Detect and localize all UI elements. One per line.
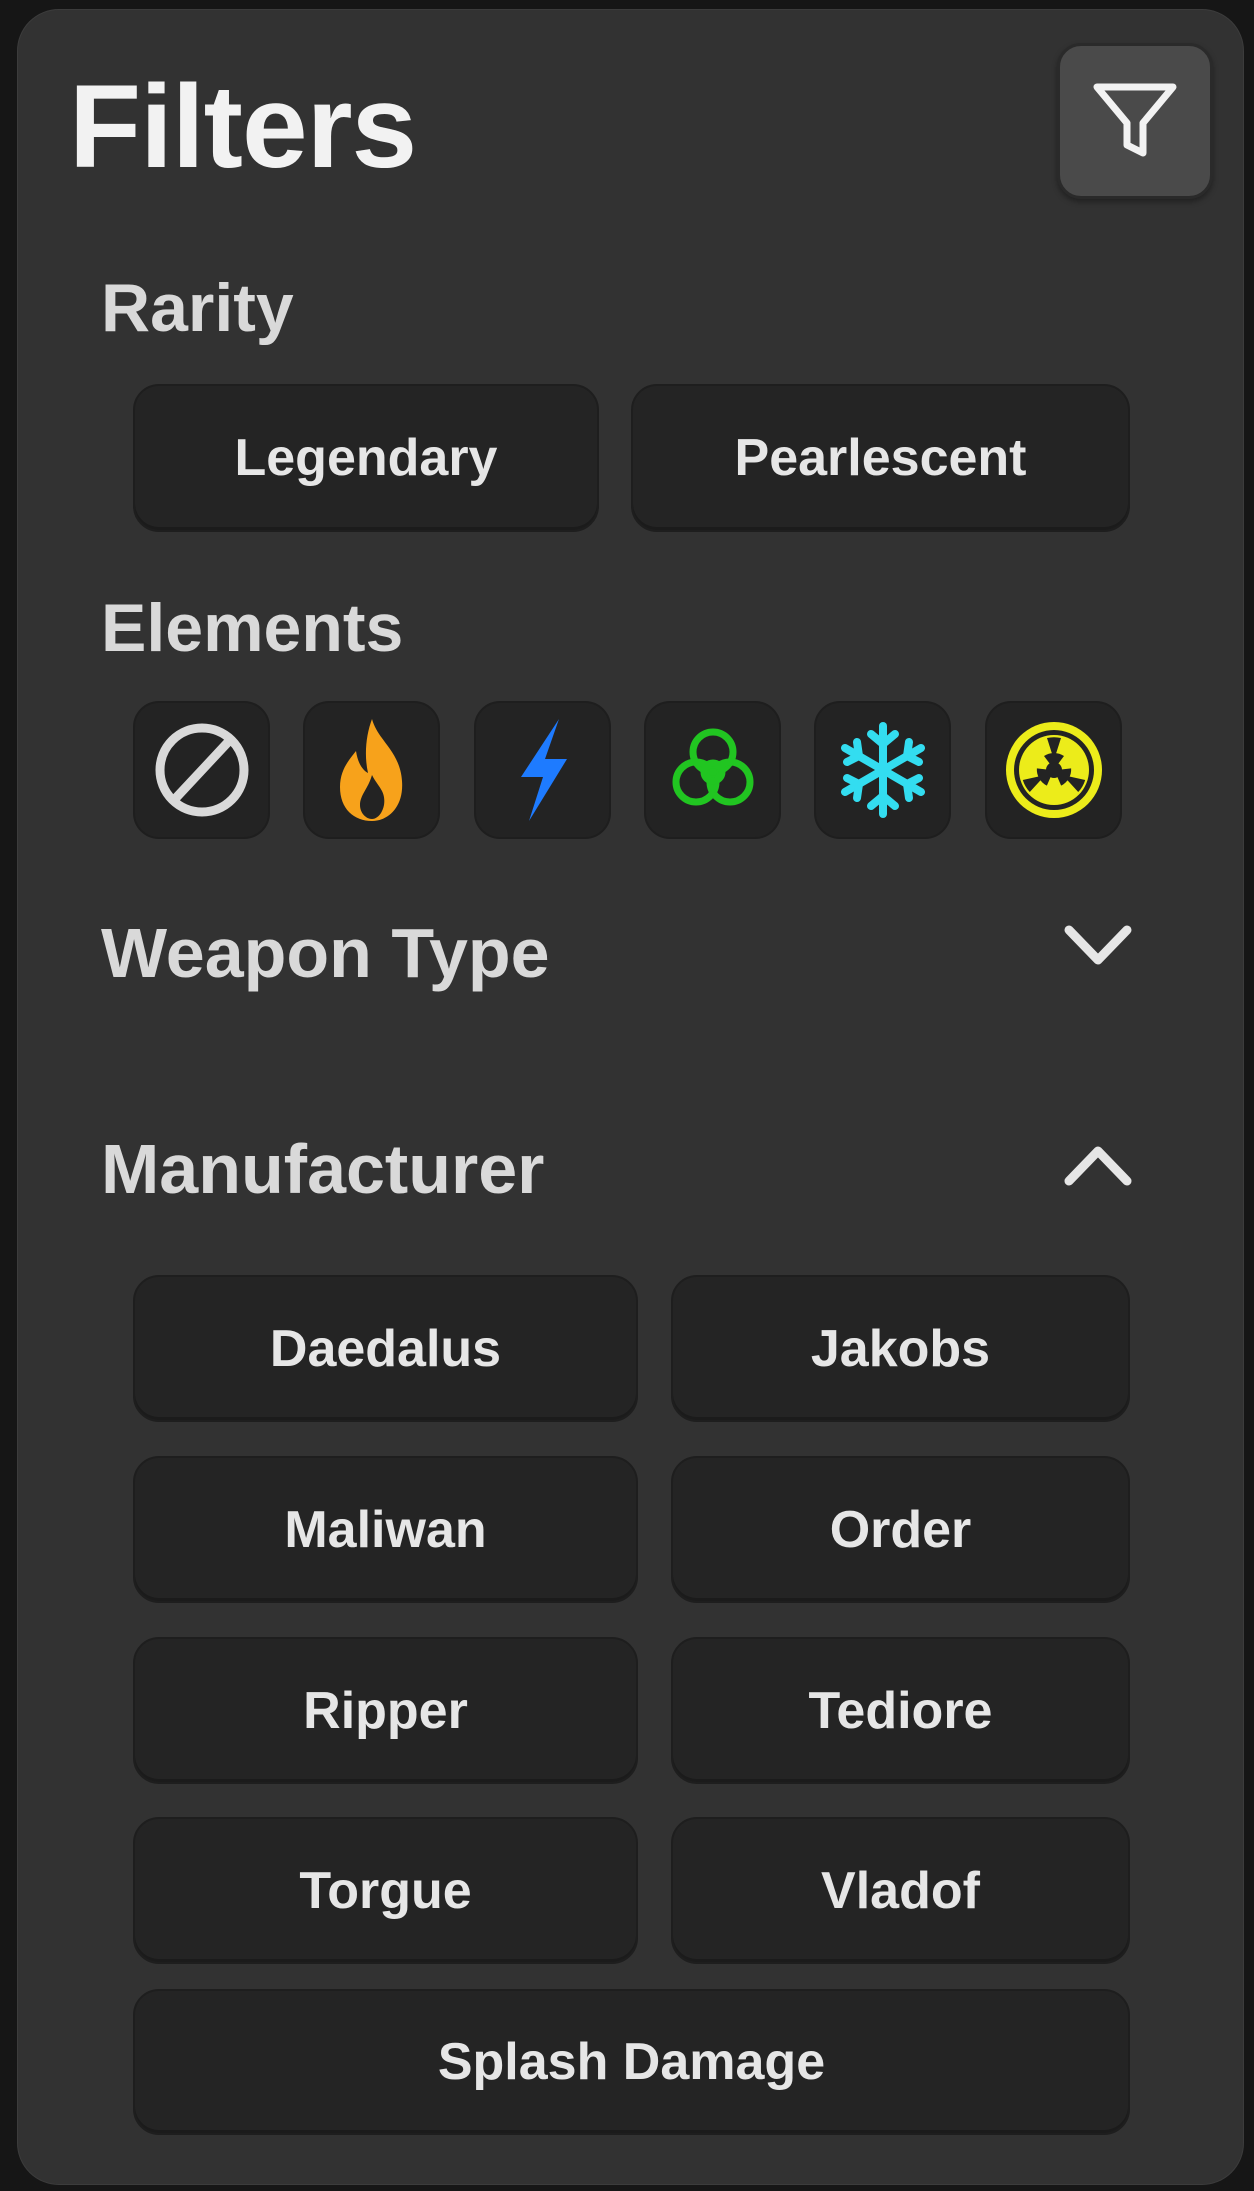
element-corrosive-button[interactable] [644, 701, 781, 839]
weapon-type-section-title[interactable]: Weapon Type [101, 918, 550, 988]
manufacturer-splash-damage-button[interactable]: Splash Damage [133, 1989, 1130, 2135]
manufacturer-maliwan-button[interactable]: Maliwan [133, 1456, 638, 1603]
element-radiation-button[interactable] [985, 701, 1122, 839]
manufacturer-vladof-button[interactable]: Vladof [671, 1817, 1130, 1964]
funnel-icon [1093, 83, 1177, 157]
elements-section-title: Elements [101, 590, 404, 666]
manufacturer-daedalus-button[interactable]: Daedalus [133, 1275, 638, 1422]
radiation-icon [1005, 722, 1102, 818]
element-fire-button[interactable] [303, 701, 440, 839]
manufacturer-torgue-button[interactable]: Torgue [133, 1817, 638, 1964]
manufacturer-collapse-toggle[interactable] [1063, 1131, 1133, 1201]
manufacturer-tediore-button[interactable]: Tediore [671, 1637, 1130, 1784]
manufacturer-ripper-button[interactable]: Ripper [133, 1637, 638, 1784]
manufacturer-order-button[interactable]: Order [671, 1456, 1130, 1603]
manufacturer-section-title[interactable]: Manufacturer [101, 1134, 544, 1204]
none-icon [155, 723, 248, 817]
rarity-legendary-button[interactable]: Legendary [133, 384, 599, 532]
element-cryo-button[interactable] [814, 701, 951, 839]
chevron-up-icon [1064, 1146, 1132, 1186]
chevron-down-icon [1064, 925, 1132, 965]
element-none-button[interactable] [133, 701, 270, 839]
biohazard-icon [672, 728, 753, 806]
snowflake-icon [840, 722, 925, 818]
weapon-type-expand-toggle[interactable] [1063, 910, 1133, 980]
page-title: Filters [69, 61, 417, 193]
fire-icon [339, 719, 402, 821]
element-shock-button[interactable] [474, 701, 611, 839]
rarity-section-title: Rarity [101, 270, 294, 346]
rarity-pearlescent-button[interactable]: Pearlescent [631, 384, 1130, 532]
manufacturer-jakobs-button[interactable]: Jakobs [671, 1275, 1130, 1422]
filter-toggle-button[interactable] [1057, 43, 1213, 199]
shock-icon [520, 719, 567, 821]
